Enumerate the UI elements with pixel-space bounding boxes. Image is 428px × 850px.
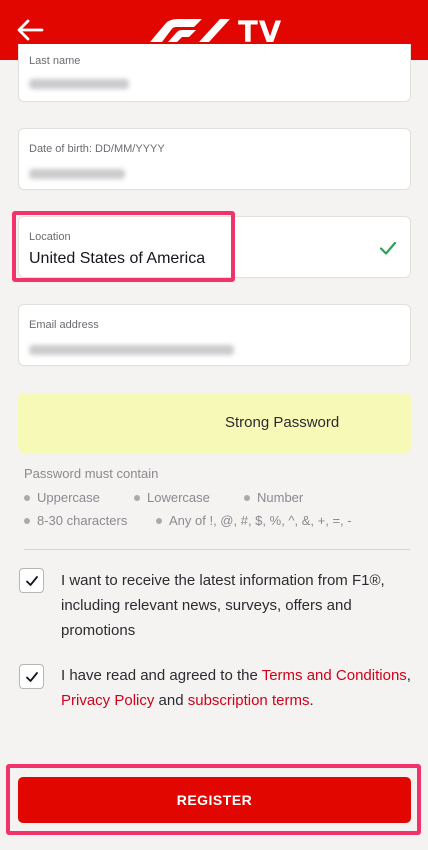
f1-logo-icon [150,19,230,42]
terms-consent-text: I have read and agreed to the Terms and … [61,663,411,713]
password-rule: 8-30 characters [24,513,127,528]
terms-suffix: . [309,692,314,709]
privacy-policy-link[interactable]: Privacy Policy [61,692,154,709]
terms-checkbox[interactable] [19,664,44,689]
marketing-checkbox[interactable] [19,568,44,593]
terms-and: and [154,692,188,709]
divider [24,549,410,550]
dob-value-blurred [29,169,125,179]
password-strength-text: Strong Password [225,414,340,431]
checkmark-icon [26,576,38,586]
password-rule: Lowercase [134,490,210,505]
dob-label: Date of birth: DD/MM/YYYY [29,143,165,155]
last-name-value-blurred [29,79,129,89]
check-icon [379,241,397,255]
f1-tv-logo: TV [146,15,286,49]
back-button[interactable] [14,16,46,44]
terms-prefix: I have read and agreed to the [61,667,262,684]
email-label: Email address [29,319,99,331]
subscription-terms-link[interactable]: subscription terms [188,692,310,709]
password-rule: Number [244,490,303,505]
last-name-label: Last name [29,55,81,67]
register-button[interactable]: REGISTER [18,777,411,823]
location-field[interactable]: Location United States of America [18,216,411,278]
location-label: Location [29,231,71,243]
arrow-left-icon [17,19,44,41]
email-value-blurred [29,345,234,355]
last-name-field[interactable]: Last name [18,44,411,102]
terms-and-conditions-link[interactable]: Terms and Conditions [262,667,407,684]
email-field[interactable]: Email address [18,304,411,366]
password-rule: Any of !, @, #, $, %, ^, &, +, =, - [156,513,352,528]
password-strength-indicator: Strong Password [18,393,411,453]
location-value: United States of America [29,250,206,267]
password-rule: Uppercase [24,490,100,505]
checkmark-icon [26,672,38,682]
marketing-consent-text: I want to receive the latest information… [61,572,385,639]
terms-separator: , [406,667,411,684]
dob-field[interactable]: Date of birth: DD/MM/YYYY [18,128,411,190]
password-rules-title: Password must contain [24,466,159,481]
